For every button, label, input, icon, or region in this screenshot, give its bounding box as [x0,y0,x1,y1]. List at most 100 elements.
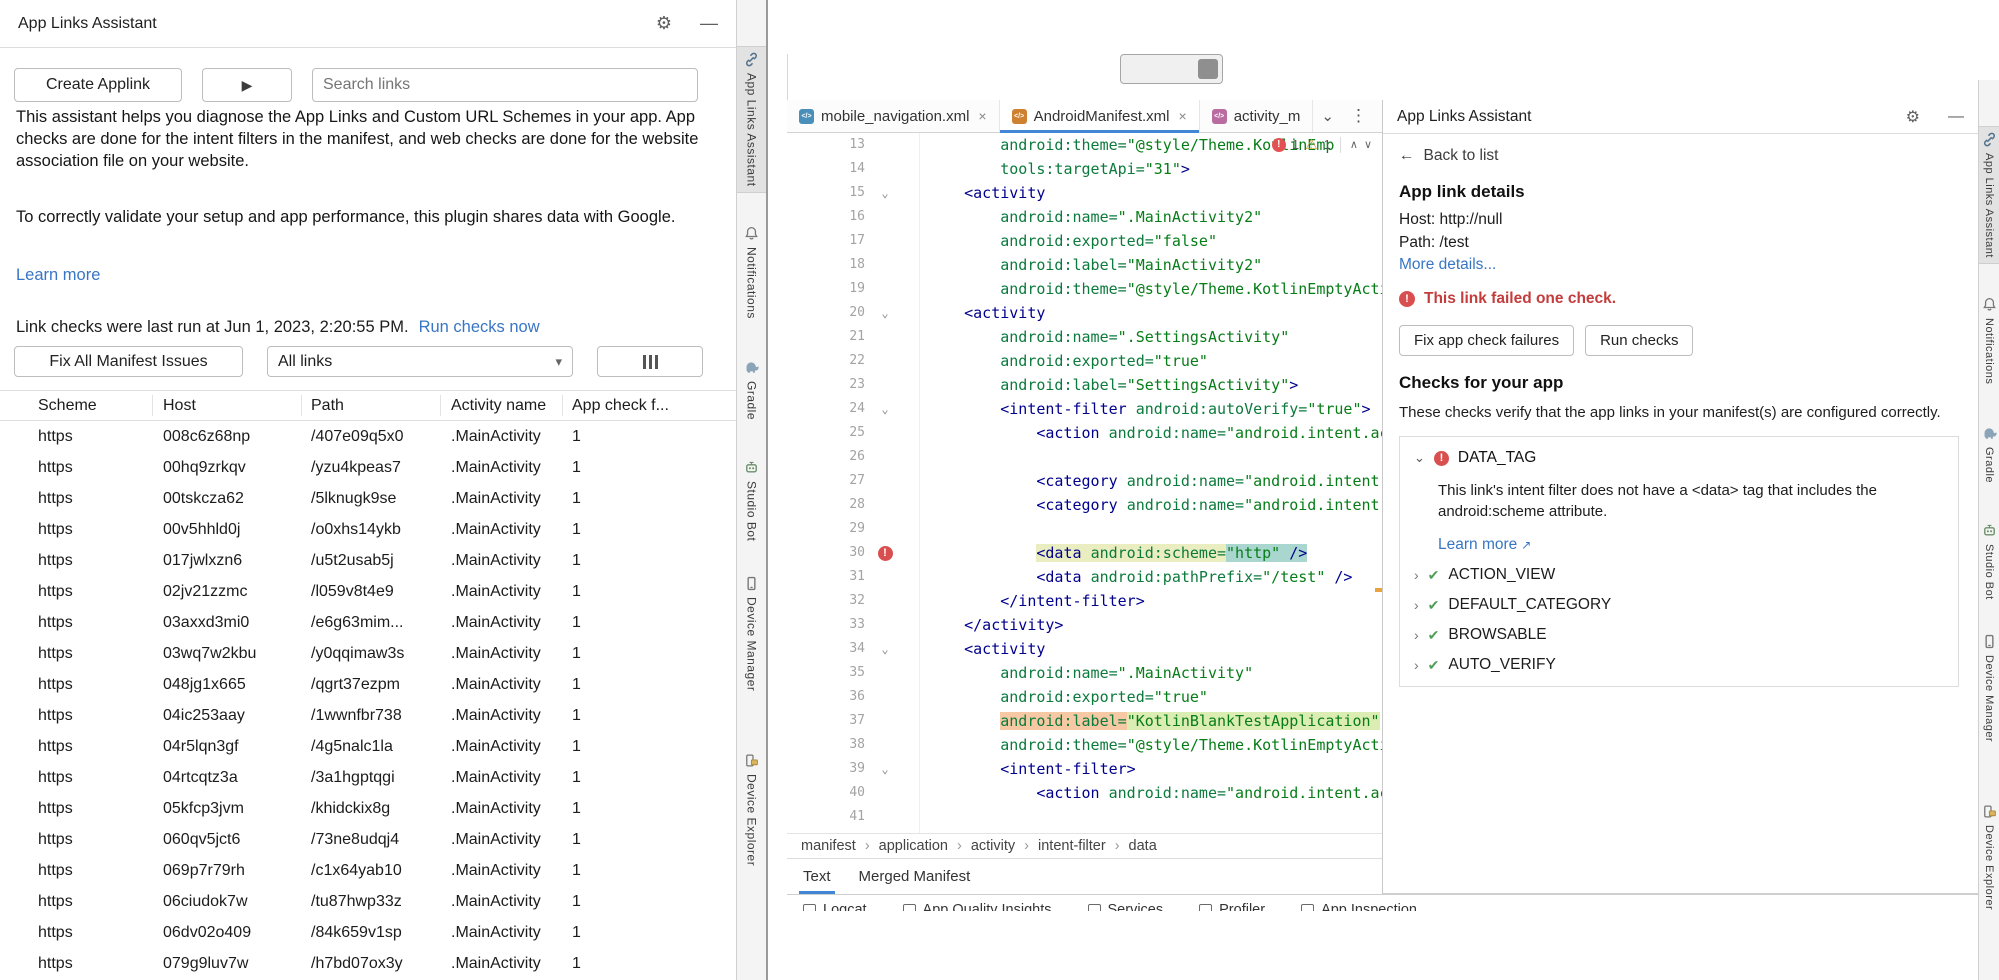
create-applink-button[interactable]: Create Applink [14,68,182,102]
code-line[interactable]: 14 tools:targetApi="31"> [787,157,1382,181]
column-header[interactable]: Path [311,397,451,415]
tab-text[interactable]: Text [803,859,831,894]
minimize-icon[interactable]: — [1948,108,1964,126]
code-line[interactable]: 28 <category android:name="android.inten… [787,493,1382,517]
code-line[interactable]: 36 android:exported="true" [787,685,1382,709]
close-icon[interactable]: × [1179,108,1187,124]
code-line[interactable]: 33 </activity> [787,613,1382,637]
tool-strip-item-device-explorer[interactable]: Device Explorer [1979,799,1999,915]
table-row[interactable]: https03wq7w2kbu/y0qqimaw3s.MainActivity1 [0,638,736,669]
check-row-default_category[interactable]: ›✔DEFAULT_CATEGORY [1414,596,1944,614]
code-line[interactable]: 41 [787,805,1382,829]
table-row[interactable]: https00hq9zrkqv/yzu4kpeas7.MainActivity1 [0,452,736,483]
tool-strip-item-notifications[interactable]: Notifications [1979,292,1999,389]
error-stripe-mark[interactable] [1375,588,1382,592]
table-row[interactable]: https017jwlxzn6/u5t2usab5j.MainActivity1 [0,545,736,576]
table-row[interactable]: https05kfcp3jvm/khidckix8g.MainActivity1 [0,793,736,824]
table-row[interactable]: https04r5lqn3gf/4g5nalc1la.MainActivity1 [0,731,736,762]
breadcrumb-item[interactable]: data [1129,838,1157,854]
code-line[interactable]: 24⌄ <intent-filter android:autoVerify="t… [787,397,1382,421]
code-line[interactable]: 21 android:name=".SettingsActivity" [787,325,1382,349]
chevron-right-icon[interactable]: › [1414,627,1419,643]
tool-strip-item-notifications[interactable]: Notifications [737,221,766,324]
tool-strip-item-app-links-assistant[interactable]: App Links Assistant [737,46,766,193]
table-row[interactable]: https00v5hhld0j/o0xhs14ykb.MainActivity1 [0,514,736,545]
tool-window-button[interactable]: App Inspection [1301,902,1417,911]
chevron-right-icon[interactable]: › [1414,657,1419,673]
code-line[interactable]: 35 android:name=".MainActivity" [787,661,1382,685]
hidden-tabs-chevron-icon[interactable]: ⌄ [1313,100,1342,132]
table-row[interactable]: https048jg1x665/qgrt37ezpm.MainActivity1 [0,669,736,700]
play-button[interactable]: ▶ [202,68,292,102]
gear-icon[interactable]: ⚙ [656,13,672,34]
table-row[interactable]: https04ic253aay/1wwnfbr738.MainActivity1 [0,700,736,731]
gear-icon[interactable]: ⚙ [1906,107,1920,127]
editor[interactable]: 13 android:theme="@style/Theme.KotlinEmp… [787,133,1382,833]
run-checks-now-link[interactable]: Run checks now [419,318,540,337]
tool-strip-item-device-explorer[interactable]: Device Explorer [737,748,766,871]
links-filter-dropdown[interactable]: All links ▾ [267,346,573,377]
code-line[interactable]: 20⌄ <activity [787,301,1382,325]
tool-strip-item-device-manager[interactable]: Device Manager [1979,629,1999,747]
tool-strip-item-studio-bot[interactable]: Studio Bot [737,455,766,546]
tool-strip-item-device-manager[interactable]: Device Manager [737,571,766,696]
code-line[interactable]: 30! <data android:scheme="http" /> [787,541,1382,565]
tool-strip-item-gradle[interactable]: Gradle [1979,421,1999,488]
fold-icon[interactable]: ⌄ [865,637,905,661]
code-line[interactable]: 38 android:theme="@style/Theme.KotlinEmp… [787,733,1382,757]
tab-mobile-navigation-xml[interactable]: </> mobile_navigation.xml × [787,100,1000,132]
code-line[interactable]: 31 <data android:pathPrefix="/test" /> [787,565,1382,589]
code-line[interactable]: 32 </intent-filter> [787,589,1382,613]
code-line[interactable]: 27 <category android:name="android.inten… [787,469,1382,493]
fold-icon[interactable]: ⌄ [865,181,905,205]
code-line[interactable]: 18 android:label="MainActivity2" [787,253,1382,277]
tool-window-button[interactable]: Services [1088,902,1164,911]
tool-strip-item-studio-bot[interactable]: Studio Bot [1979,518,1999,605]
code-line[interactable]: 25 <action android:name="android.intent.… [787,421,1382,445]
fold-icon[interactable]: ⌄ [865,397,905,421]
prev-issue-icon[interactable]: ∧ [1350,138,1358,151]
table-row[interactable]: https02jv21zzmc/l059v8t4e9.MainActivity1 [0,576,736,607]
table-row[interactable]: https04rtcqtz3a/3a1hgptqgi.MainActivity1 [0,762,736,793]
more-details-link[interactable]: More details... [1399,256,1962,274]
code-line[interactable]: 23 android:label="SettingsActivity"> [787,373,1382,397]
close-icon[interactable]: × [978,108,986,124]
learn-more-link[interactable]: Learn more [16,266,100,285]
learn-more-link[interactable]: Learn more ↗ [1438,536,1944,554]
breadcrumb-item[interactable]: manifest [801,838,856,854]
code-line[interactable]: 16 android:name=".MainActivity2" [787,205,1382,229]
tool-window-button[interactable]: Profiler [1199,902,1265,911]
column-header[interactable]: App check f... [572,397,736,415]
code-line[interactable]: 19 android:theme="@style/Theme.KotlinEmp… [787,277,1382,301]
tool-window-button[interactable]: App Quality Insights [903,902,1052,911]
code-line[interactable]: 34⌄ <activity [787,637,1382,661]
breadcrumb-item[interactable]: intent-filter [1038,838,1106,854]
table-row[interactable]: https060qv5jct6/73ne8udqj4.MainActivity1 [0,824,736,855]
check-row-auto_verify[interactable]: ›✔AUTO_VERIFY [1414,656,1944,674]
fix-all-manifest-issues-button[interactable]: Fix All Manifest Issues [14,346,243,377]
search-links-input[interactable] [312,68,698,102]
tab-android-manifest-xml[interactable]: </> AndroidManifest.xml × [1000,100,1200,132]
tab-activity-m[interactable]: </> activity_m [1200,100,1314,132]
data-tag-check-row[interactable]: ⌄ ! DATA_TAG [1414,449,1944,467]
code-line[interactable]: 37 android:label="KotlinBlankTestApplica… [787,709,1382,733]
table-row[interactable]: https03axxd3mi0/e6g63mim....MainActivity… [0,607,736,638]
fold-icon[interactable]: ⌄ [865,301,905,325]
code-line[interactable]: 40 <action android:name="android.intent.… [787,781,1382,805]
code-line[interactable]: 39⌄ <intent-filter> [787,757,1382,781]
check-row-browsable[interactable]: ›✔BROWSABLE [1414,626,1944,644]
minimize-icon[interactable]: — [700,13,718,34]
table-row[interactable]: https00tskcza62/5lknugk9se.MainActivity1 [0,483,736,514]
column-header[interactable]: Scheme [38,397,163,415]
back-to-list-link[interactable]: ← Back to list [1399,147,1962,165]
chevron-down-icon[interactable]: ⌄ [1414,450,1425,466]
code-line[interactable]: 17 android:exported="false" [787,229,1382,253]
breadcrumb-item[interactable]: activity [971,838,1015,854]
tool-strip-item-gradle[interactable]: Gradle [737,355,766,425]
fix-app-check-failures-button[interactable]: Fix app check failures [1399,325,1574,356]
run-checks-button[interactable]: Run checks [1585,325,1693,356]
check-row-action_view[interactable]: ›✔ACTION_VIEW [1414,566,1944,584]
tab-merged-manifest[interactable]: Merged Manifest [859,859,971,894]
breadcrumb-item[interactable]: application [879,838,948,854]
editor-options-icon[interactable]: ⋮ [1342,100,1375,132]
